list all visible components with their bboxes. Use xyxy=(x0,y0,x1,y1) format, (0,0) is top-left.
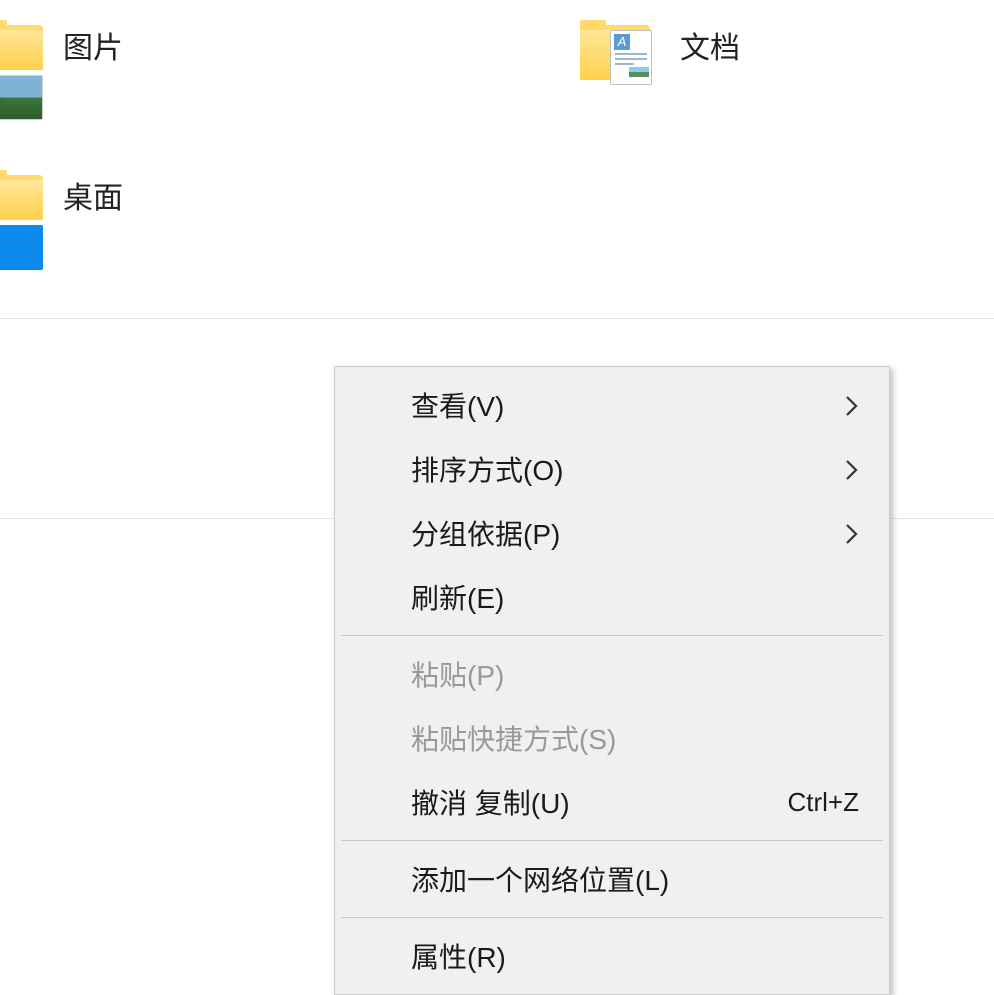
chevron-right-icon xyxy=(845,521,859,545)
menu-label: 排序方式(O) xyxy=(411,449,845,489)
context-menu: 查看(V) 排序方式(O) 分组依据(P) 刷新(E) 粘贴(P) 粘贴快捷方式… xyxy=(334,366,890,995)
divider-1 xyxy=(0,318,994,319)
menu-separator xyxy=(341,635,883,636)
menu-item-paste-shortcut: 粘贴快捷方式(S) xyxy=(337,706,887,770)
pictures-folder-icon xyxy=(0,20,43,135)
chevron-right-icon xyxy=(845,457,859,481)
folder-grid: 图片 桌面 A xyxy=(0,0,994,320)
menu-label: 粘贴(P) xyxy=(411,654,859,694)
menu-label: 刷新(E) xyxy=(411,577,859,617)
folder-item-documents[interactable]: A 文档 xyxy=(580,20,740,95)
menu-label: 查看(V) xyxy=(411,385,845,425)
menu-item-add-network-location[interactable]: 添加一个网络位置(L) xyxy=(337,847,887,911)
folder-item-pictures[interactable]: 图片 xyxy=(0,20,123,135)
menu-label: 添加一个网络位置(L) xyxy=(411,859,859,899)
menu-separator xyxy=(341,917,883,918)
folder-label-pictures: 图片 xyxy=(63,20,123,70)
folder-item-desktop[interactable]: 桌面 xyxy=(0,170,123,285)
folder-label-desktop: 桌面 xyxy=(63,170,123,220)
menu-shortcut: Ctrl+Z xyxy=(788,787,860,818)
menu-separator xyxy=(341,840,883,841)
documents-folder-icon: A xyxy=(580,20,660,95)
menu-item-undo-copy[interactable]: 撤消 复制(U) Ctrl+Z xyxy=(337,770,887,834)
chevron-right-icon xyxy=(845,393,859,417)
menu-item-sort[interactable]: 排序方式(O) xyxy=(337,437,887,501)
menu-item-paste: 粘贴(P) xyxy=(337,642,887,706)
folder-label-documents: 文档 xyxy=(680,20,740,70)
menu-label: 撤消 复制(U) xyxy=(411,782,788,822)
menu-label: 属性(R) xyxy=(411,936,859,976)
desktop-folder-icon xyxy=(0,170,43,285)
menu-item-properties[interactable]: 属性(R) xyxy=(337,924,887,988)
menu-item-refresh[interactable]: 刷新(E) xyxy=(337,565,887,629)
menu-item-view[interactable]: 查看(V) xyxy=(337,373,887,437)
menu-item-groupby[interactable]: 分组依据(P) xyxy=(337,501,887,565)
menu-label: 分组依据(P) xyxy=(411,513,845,553)
menu-label: 粘贴快捷方式(S) xyxy=(411,718,859,758)
